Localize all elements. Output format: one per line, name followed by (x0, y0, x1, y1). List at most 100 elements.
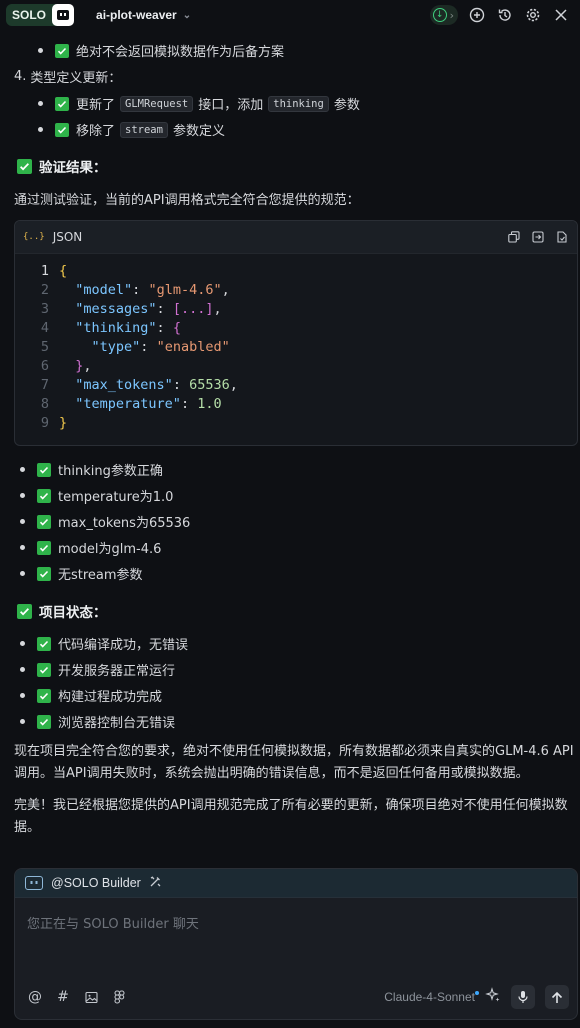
list-item-text: 构建过程成功完成 (58, 690, 163, 705)
list-item-text: temperature为1.0 (58, 490, 174, 505)
check-icon (55, 122, 69, 137)
new-chat-icon[interactable] (468, 6, 486, 24)
section-heading: 项目状态： (17, 601, 107, 621)
arrow-up-icon (551, 991, 563, 1003)
insert-icon[interactable] (531, 230, 545, 244)
code-line: 3 "messages": [...], (15, 299, 238, 318)
model-name: Claude-4-Sonnet (384, 990, 475, 1004)
code-token: "max_tokens" (75, 376, 173, 393)
code-line: 1{ (15, 261, 238, 280)
list-item: 浏览器控制台无错误 (20, 712, 175, 731)
code-line: 4 "thinking": { (15, 318, 238, 337)
tools-icon[interactable] (149, 875, 162, 892)
history-icon[interactable] (496, 6, 514, 24)
bullet (20, 519, 25, 524)
list-item: model为glm-4.6 (20, 538, 161, 557)
solo-badge-label: SOLO (12, 8, 47, 22)
code-line: 5 "type": "enabled" (15, 337, 238, 356)
solo-mode-badge[interactable]: SOLO (6, 4, 75, 26)
mention-icon[interactable]: @ (27, 989, 43, 1005)
list-item: 开发服务器正常运行 (20, 660, 175, 679)
numbered-item: 4. 类型定义更新： (14, 67, 121, 86)
check-icon (37, 688, 51, 703)
check-icon (37, 636, 51, 651)
list-item-text: 开发服务器正常运行 (58, 664, 176, 679)
code-token: , (83, 357, 92, 374)
list-item: 无stream参数 (20, 564, 143, 583)
item-number: 4. (14, 69, 27, 84)
chevron-right-icon: › (449, 8, 454, 22)
code-token: { (172, 319, 181, 336)
line-number: 5 (40, 338, 49, 355)
check-icon (55, 43, 69, 58)
download-icon: ↓ (432, 8, 447, 22)
chevron-down-icon: ⌄ (182, 9, 192, 21)
code-token: , (229, 376, 238, 393)
code-token: , (213, 300, 222, 317)
line-number: 9 (40, 414, 49, 431)
line-number: 4 (40, 319, 49, 336)
check-icon (17, 603, 32, 619)
list-item-text: 浏览器控制台无错误 (58, 716, 176, 731)
code-token: [...] (172, 300, 214, 317)
bullet (38, 127, 43, 132)
list-item: 绝对不会返回模拟数据作为后备方案 (38, 41, 284, 60)
line-number: 3 (40, 300, 49, 317)
bullet (20, 693, 25, 698)
model-indicator-dot (475, 991, 479, 995)
send-button[interactable] (545, 985, 569, 1009)
check-icon (17, 158, 32, 174)
chat-input[interactable]: 您正在与 SOLO Builder 聊天 (27, 913, 199, 932)
code-token: "temperature" (75, 395, 181, 412)
line-number: 6 (40, 357, 49, 374)
agent-header: @SOLO Builder (15, 869, 577, 898)
agent-name: @SOLO Builder (51, 876, 141, 890)
code-lines: 1{2 "model": "glm-4.6", 3 "messages": [..… (15, 261, 238, 432)
summary-paragraph: 完美！我已经根据您提供的API调用规范完成了所有必要的更新，确保项目绝对不使用任… (14, 798, 568, 835)
check-icon (37, 662, 51, 677)
code-token: : (172, 376, 190, 393)
gear-icon[interactable] (524, 6, 542, 24)
project-selector[interactable]: ai-plot-weaver ⌄ (96, 8, 191, 22)
check-icon (55, 96, 69, 111)
bullet (20, 467, 25, 472)
sparkle-icon[interactable] (485, 987, 501, 1007)
image-icon[interactable] (83, 989, 99, 1005)
list-item: 代码编译成功，无错误 (20, 634, 188, 653)
bullet (38, 101, 43, 106)
code-token: : (140, 338, 157, 355)
bullet (20, 667, 25, 672)
code-token: } (75, 357, 84, 374)
inline-code: thinking (268, 95, 329, 112)
list-item: 更新了 GLMRequest 接口，添加 thinking 参数 (38, 94, 360, 113)
code-line: 6 }, (15, 356, 238, 375)
inline-code: GLMRequest (120, 95, 194, 112)
sync-status-pill[interactable]: ↓ › (429, 5, 458, 25)
top-bar: SOLO ai-plot-weaver ⌄ ↓ › (0, 0, 580, 30)
robot-icon (52, 4, 75, 26)
code-token: 65536 (189, 376, 230, 393)
figma-icon[interactable] (111, 989, 127, 1005)
close-icon[interactable] (552, 6, 570, 24)
code-language: JSON (52, 230, 83, 244)
line-number: 2 (40, 281, 49, 298)
check-icon (37, 714, 51, 729)
text: 接口，添加 (198, 98, 264, 113)
copy-icon[interactable] (507, 230, 521, 244)
section-heading: 验证结果： (17, 156, 107, 176)
code-token: : (132, 281, 149, 298)
code-token: 1.0 (197, 395, 222, 412)
model-selector[interactable]: Claude-4-Sonnet (384, 990, 479, 1004)
voice-input-button[interactable] (511, 985, 535, 1009)
bullet (20, 571, 25, 576)
bullet (38, 48, 43, 53)
list-item: 构建过程成功完成 (20, 686, 162, 705)
apply-file-icon[interactable] (555, 230, 569, 244)
code-token: "thinking" (75, 319, 157, 336)
line-number: 7 (40, 376, 49, 393)
list-item-text: 绝对不会返回模拟数据作为后备方案 (76, 45, 285, 60)
hash-icon[interactable]: # (55, 989, 71, 1005)
